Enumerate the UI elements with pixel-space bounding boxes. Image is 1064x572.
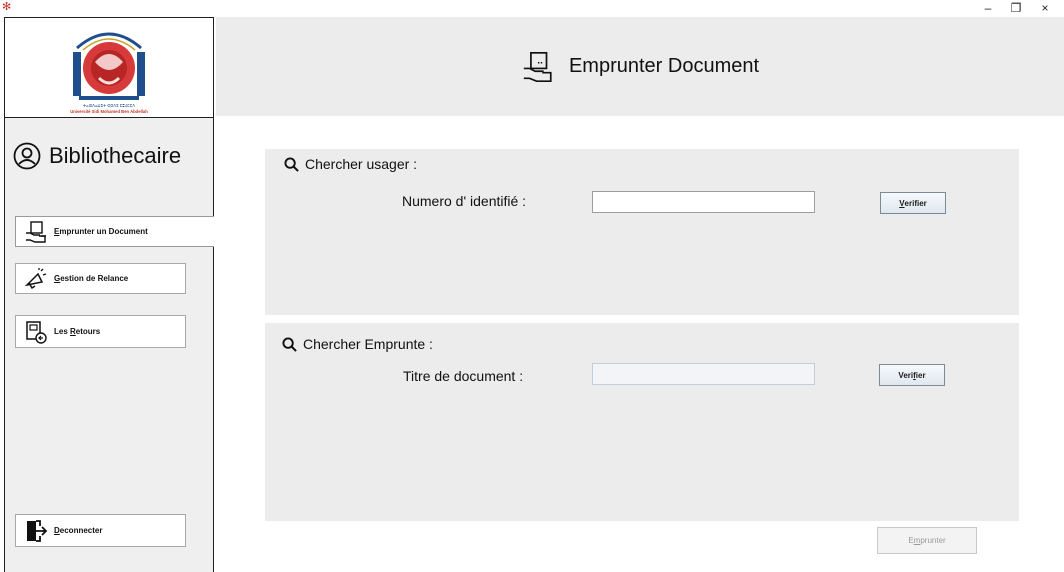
window-title-bar: ✻ – ❐ ×: [0, 0, 1064, 17]
id-number-label: Numero d' identifié :: [402, 193, 527, 209]
search-icon: [282, 336, 297, 352]
close-button[interactable]: ×: [1032, 0, 1058, 17]
page-title: Emprunter Document: [568, 55, 760, 77]
nav-label: Deconnecter: [54, 526, 103, 535]
emprunter-button[interactable]: Em prunter: [877, 527, 977, 554]
page-header: Emprunter Document: [216, 17, 1064, 116]
verify-document-button[interactable]: Veri f ier: [879, 364, 945, 386]
document-title-input[interactable]: [592, 363, 815, 385]
svg-text:Université Sidi Mohamed Ben Ab: Université Sidi Mohamed Ben Abdellah: [70, 109, 148, 114]
user-circle-icon: [13, 142, 41, 170]
search-user-title: Chercher usager :: [284, 156, 417, 172]
verify-user-button[interactable]: Verifier: [880, 192, 946, 214]
logout-button[interactable]: Deconnecter: [15, 514, 186, 547]
sidebar: ⵜⴰⵙⴷⴰⵡⵉⵜ ⵙⵉⴷⵉ ⵎⵓⵃⵎⵎⴷ Université Sidi Moh…: [4, 17, 214, 572]
hand-document-icon: [523, 51, 552, 82]
nav-emprunter-document[interactable]: Emprunter un Document: [15, 216, 214, 247]
nav-gestion-relance[interactable]: Gestion de Relance: [15, 263, 186, 294]
logo-area: ⵜⴰⵙⴷⴰⵡⵉⵜ ⵙⵉⴷⵉ ⵎⵓⵃⵎⵎⴷ Université Sidi Moh…: [5, 18, 213, 118]
nav-label: Emprunter un Document: [54, 227, 148, 236]
app-icon: ✻: [2, 1, 12, 13]
search-loan-panel: [265, 323, 1019, 521]
exit-door-icon: [27, 519, 48, 542]
hand-document-icon: [26, 220, 46, 243]
id-number-input[interactable]: [592, 191, 815, 213]
nav-les-retours[interactable]: Les Retours: [15, 315, 186, 348]
document-title-label: Titre de document :: [403, 368, 524, 384]
svg-text:ⵜⴰⵙⴷⴰⵡⵉⵜ ⵙⵉⴷⵉ ⵎⵓⵃⵎⵎⴷ: ⵜⴰⵙⴷⴰⵡⵉⵜ ⵙⵉⴷⵉ ⵎⵓⵃⵎⵎⴷ: [83, 103, 135, 108]
header-content: Emprunter Document: [216, 17, 1064, 116]
minimize-button[interactable]: –: [975, 0, 1001, 17]
book-return-icon: [26, 320, 47, 344]
nav-label: Gestion de Relance: [54, 274, 129, 283]
search-loan-title: Chercher Emprunte :: [282, 336, 433, 352]
search-user-panel: [265, 149, 1019, 315]
role-label: Bibliothecaire: [49, 143, 182, 168]
role-header: Bibliothecaire: [13, 138, 181, 174]
nav-label: Les Retours: [54, 327, 101, 336]
search-icon: [284, 156, 299, 172]
restore-button[interactable]: ❐: [1003, 0, 1029, 17]
university-logo: ⵜⴰⵙⴷⴰⵡⵉⵜ ⵙⵉⴷⵉ ⵎⵓⵃⵎⵎⴷ Université Sidi Moh…: [70, 32, 148, 114]
megaphone-icon: [24, 267, 47, 289]
